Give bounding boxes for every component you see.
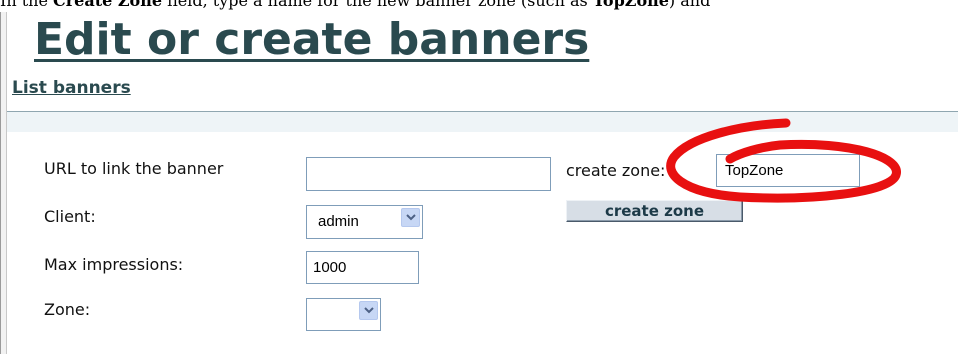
client-select[interactable]: admin	[306, 205, 423, 239]
zone-select[interactable]	[306, 298, 381, 331]
url-input[interactable]	[306, 157, 551, 191]
window-left-border	[0, 12, 7, 354]
zone-label: Zone:	[44, 300, 91, 319]
max-impressions-input[interactable]	[306, 251, 419, 284]
client-label: Client:	[44, 207, 96, 226]
caption-suffix: ) and	[668, 0, 711, 10]
instruction-caption: In the Create Zone field, type a name fo…	[0, 0, 958, 11]
list-banners-link[interactable]: List banners	[12, 78, 131, 98]
chevron-down-icon[interactable]	[401, 208, 420, 227]
page-title: Edit or create banners	[34, 14, 590, 65]
chevron-down-icon[interactable]	[359, 301, 378, 320]
client-select-value: admin	[318, 213, 359, 230]
red-circle-highlight-icon	[666, 118, 901, 203]
caption-field-name: Create Zone	[53, 0, 163, 10]
caption-middle: field, type a name for the new banner zo…	[162, 0, 593, 10]
max-impressions-label: Max impressions:	[44, 255, 184, 274]
url-label: URL to link the banner	[44, 159, 224, 178]
caption-prefix: In the	[0, 0, 53, 10]
caption-example: TopZone	[592, 0, 669, 10]
create-zone-label: create zone:	[566, 161, 666, 180]
